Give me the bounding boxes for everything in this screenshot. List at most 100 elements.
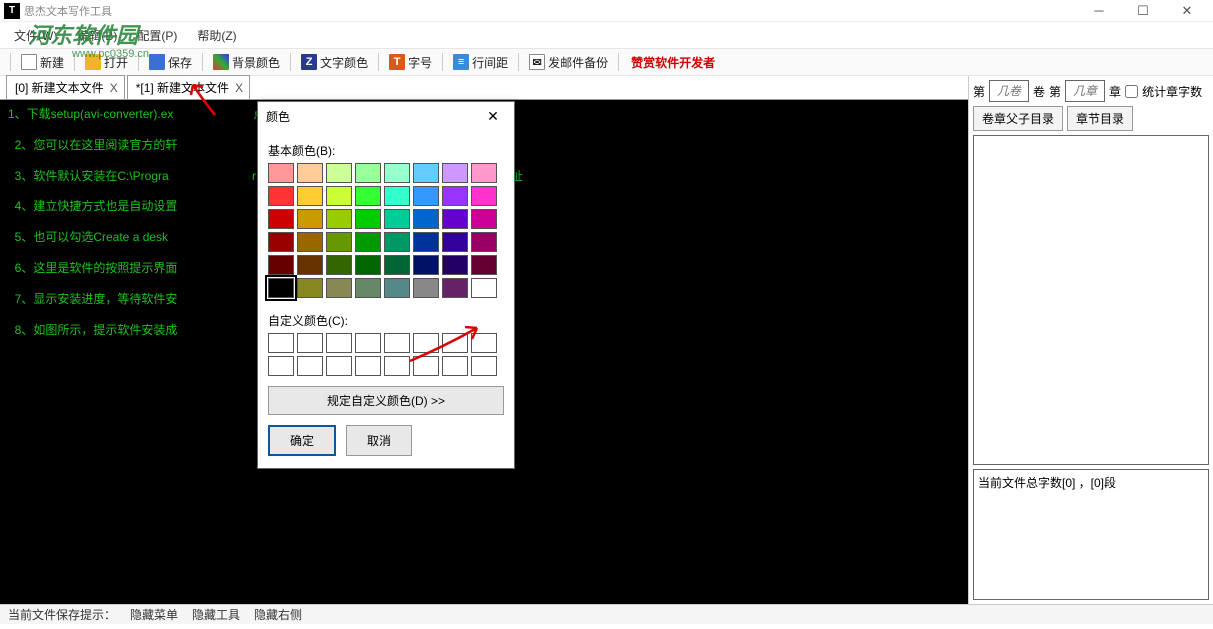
color-swatch[interactable] <box>442 255 468 275</box>
color-swatch[interactable] <box>268 186 294 206</box>
color-swatch[interactable] <box>384 163 410 183</box>
color-swatch[interactable] <box>471 186 497 206</box>
color-swatch[interactable] <box>471 278 497 298</box>
cancel-button[interactable]: 取消 <box>346 425 412 456</box>
color-swatch[interactable] <box>384 209 410 229</box>
color-swatch[interactable] <box>413 186 439 206</box>
hide-right-link[interactable]: 隐藏右侧 <box>254 606 302 623</box>
color-swatch[interactable] <box>297 209 323 229</box>
color-swatch[interactable] <box>326 278 352 298</box>
color-swatch[interactable] <box>442 186 468 206</box>
color-swatch[interactable] <box>442 278 468 298</box>
color-swatch[interactable] <box>297 278 323 298</box>
tab-1[interactable]: *[1] 新建文本文件X <box>127 75 250 99</box>
tab-0[interactable]: [0] 新建文本文件X <box>6 75 125 99</box>
color-swatch[interactable] <box>413 255 439 275</box>
custom-color-swatch[interactable] <box>268 356 294 376</box>
custom-color-swatch[interactable] <box>384 356 410 376</box>
color-swatch[interactable] <box>355 278 381 298</box>
color-swatch[interactable] <box>442 232 468 252</box>
custom-color-swatch[interactable] <box>413 356 439 376</box>
color-swatch[interactable] <box>268 278 294 298</box>
color-swatch[interactable] <box>384 255 410 275</box>
color-swatch[interactable] <box>268 232 294 252</box>
open-button[interactable]: 打开 <box>81 52 132 73</box>
custom-color-swatch[interactable] <box>384 333 410 353</box>
color-swatch[interactable] <box>384 186 410 206</box>
custom-color-swatch[interactable] <box>471 333 497 353</box>
zhang-input[interactable] <box>1065 80 1105 102</box>
color-swatch[interactable] <box>471 209 497 229</box>
color-swatch[interactable] <box>326 232 352 252</box>
color-swatch[interactable] <box>268 255 294 275</box>
save-hint: 当前文件保存提示： <box>8 606 116 623</box>
custom-color-swatch[interactable] <box>442 333 468 353</box>
custom-color-swatch[interactable] <box>326 356 352 376</box>
color-swatch[interactable] <box>355 186 381 206</box>
hide-tool-link[interactable]: 隐藏工具 <box>192 606 240 623</box>
font-button[interactable]: T字号 <box>385 52 436 73</box>
menu-help[interactable]: 帮助(Z) <box>193 25 240 46</box>
color-swatch[interactable] <box>297 186 323 206</box>
color-swatch[interactable] <box>355 163 381 183</box>
custom-colors-label: 自定义颜色(C): <box>268 312 504 329</box>
menu-edit[interactable]: 编辑(B) <box>73 25 121 46</box>
custom-color-swatch[interactable] <box>326 333 352 353</box>
color-swatch[interactable] <box>326 255 352 275</box>
color-swatch[interactable] <box>297 255 323 275</box>
color-swatch[interactable] <box>442 209 468 229</box>
chapter-dir-button[interactable]: 章节目录 <box>1067 106 1133 131</box>
color-swatch[interactable] <box>355 209 381 229</box>
menu-config[interactable]: 配置(P) <box>133 25 181 46</box>
color-swatch[interactable] <box>297 232 323 252</box>
color-swatch[interactable] <box>326 163 352 183</box>
custom-color-swatch[interactable] <box>471 356 497 376</box>
custom-color-swatch[interactable] <box>413 333 439 353</box>
custom-color-swatch[interactable] <box>297 333 323 353</box>
color-swatch[interactable] <box>384 232 410 252</box>
color-swatch[interactable] <box>471 255 497 275</box>
color-swatch[interactable] <box>268 209 294 229</box>
tab-close-icon[interactable]: X <box>110 81 118 95</box>
color-swatch[interactable] <box>384 278 410 298</box>
color-swatch[interactable] <box>413 209 439 229</box>
custom-color-swatch[interactable] <box>297 356 323 376</box>
color-swatch[interactable] <box>326 186 352 206</box>
custom-color-swatch[interactable] <box>355 333 381 353</box>
color-swatch[interactable] <box>413 163 439 183</box>
chapter-list-box[interactable] <box>973 135 1209 465</box>
color-swatch[interactable] <box>471 232 497 252</box>
praise-link[interactable]: 赞赏软件开发者 <box>631 54 715 71</box>
custom-color-swatch[interactable] <box>442 356 468 376</box>
tab-close-icon[interactable]: X <box>235 81 243 95</box>
menu-file[interactable]: 文件(W) <box>10 25 61 46</box>
color-swatch[interactable] <box>268 163 294 183</box>
textcolor-icon: Z <box>301 54 317 70</box>
textcolor-button[interactable]: Z文字颜色 <box>297 52 372 73</box>
color-swatch[interactable] <box>471 163 497 183</box>
color-swatch[interactable] <box>442 163 468 183</box>
close-button[interactable]: ✕ <box>1165 0 1209 22</box>
dialog-close-icon[interactable]: ✕ <box>480 108 506 125</box>
custom-color-swatch[interactable] <box>268 333 294 353</box>
mail-button[interactable]: ✉发邮件备份 <box>525 52 612 73</box>
linespace-button[interactable]: ≡行间距 <box>449 52 512 73</box>
parent-dir-button[interactable]: 卷章父子目录 <box>973 106 1063 131</box>
stat-checkbox[interactable] <box>1125 85 1138 98</box>
bgcolor-button[interactable]: 背景颜色 <box>209 52 284 73</box>
ok-button[interactable]: 确定 <box>268 425 336 456</box>
color-swatch[interactable] <box>355 232 381 252</box>
minimize-button[interactable]: ─ <box>1077 0 1121 22</box>
color-swatch[interactable] <box>413 232 439 252</box>
define-color-button[interactable]: 规定自定义颜色(D) >> <box>268 386 504 415</box>
color-swatch[interactable] <box>355 255 381 275</box>
custom-color-swatch[interactable] <box>355 356 381 376</box>
save-button[interactable]: 保存 <box>145 52 196 73</box>
color-swatch[interactable] <box>326 209 352 229</box>
color-swatch[interactable] <box>297 163 323 183</box>
maximize-button[interactable]: ☐ <box>1121 0 1165 22</box>
color-swatch[interactable] <box>413 278 439 298</box>
hide-menu-link[interactable]: 隐藏菜单 <box>130 606 178 623</box>
juan-input[interactable] <box>989 80 1029 102</box>
new-button[interactable]: 新建 <box>17 52 68 73</box>
